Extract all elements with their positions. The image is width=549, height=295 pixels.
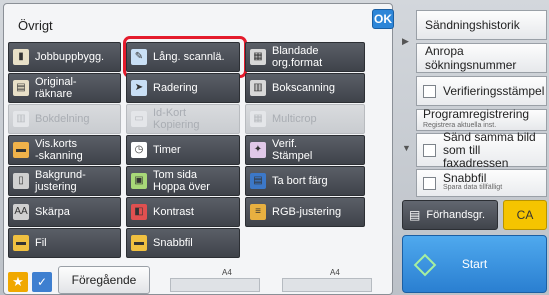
- scroll-down-icon[interactable]: ▼: [402, 143, 411, 153]
- long-scan-icon: ✎: [131, 49, 147, 65]
- panel-title: Övrigt: [18, 18, 53, 33]
- previous-button[interactable]: Föregående: [58, 266, 150, 294]
- function-button-label: Timer: [153, 144, 181, 156]
- function-button-long-scan[interactable]: ✎ Lång. scannlä.: [126, 42, 240, 72]
- function-button-label: Snabbfil: [153, 237, 193, 249]
- function-button-multicrop: ▦ Multicrop: [245, 104, 365, 134]
- function-button-label: Id-Kort Kopiering: [153, 107, 200, 131]
- function-button-quick-file[interactable]: ▬ Snabbfil: [126, 228, 240, 258]
- background-adjust-icon: ▯: [13, 173, 29, 189]
- book-scan-icon: ▥: [250, 80, 266, 96]
- function-button-background-adjust[interactable]: ▯ Bakgrund- justering: [8, 166, 121, 196]
- preview-icon: ▤: [409, 208, 421, 222]
- function-button-label: Bokscanning: [272, 82, 335, 94]
- folder-icon: ▬: [13, 235, 29, 251]
- verify-stamp-label: Verifieringsstämpel: [443, 84, 545, 98]
- original-counter-icon: ▤: [13, 80, 29, 96]
- function-button-label: Vis.korts -skanning: [35, 138, 83, 162]
- function-button-label: Multicrop: [272, 113, 317, 125]
- quick-file-label: Snabbfil: [443, 171, 487, 185]
- checkmark-icon[interactable]: ✓: [32, 272, 52, 292]
- preview-label: Förhandsgr.: [426, 209, 486, 221]
- function-button-rgb[interactable]: ≡ RGB-justering: [245, 197, 365, 227]
- ok-button[interactable]: OK: [372, 9, 394, 29]
- function-button-contrast[interactable]: ◧ Kontrast: [126, 197, 240, 227]
- timer-icon: ◷: [131, 142, 147, 158]
- favorite-star-icon[interactable]: ★: [8, 272, 28, 292]
- function-button-label: Bakgrund- justering: [35, 169, 86, 193]
- function-button-label: Skärpa: [35, 206, 70, 218]
- function-button-stamp[interactable]: ✦ Verif. Stämpel: [245, 135, 365, 165]
- quick-file-sub: Spara data tillfälligt: [443, 184, 503, 191]
- function-button-label: Tom sida Hoppa över: [153, 169, 210, 193]
- function-button-card-scan[interactable]: ▬ Vis.korts -skanning: [8, 135, 121, 165]
- function-button-label: Fil: [35, 237, 47, 249]
- recall-search-number-button[interactable]: Anropa sökningsnummer: [416, 43, 547, 73]
- start-label: Start: [461, 257, 488, 271]
- function-button-erase[interactable]: ➤ Radering: [126, 73, 240, 103]
- start-button[interactable]: Start: [402, 235, 547, 293]
- program-label: Programregistrering: [423, 107, 530, 121]
- function-button-skip-blank[interactable]: ▣ Tom sida Hoppa över: [126, 166, 240, 196]
- job-build-icon: ▮: [13, 49, 29, 65]
- quick-file-icon: ▬: [131, 235, 147, 251]
- function-button-label: Jobbuppbygg.: [35, 51, 105, 63]
- function-button-remove-color[interactable]: ▤ Ta bort färg: [245, 166, 365, 196]
- function-button-folder[interactable]: ▬ Fil: [8, 228, 121, 258]
- function-button-label: Blandade org.format: [272, 45, 323, 69]
- id-card-icon: ▭: [131, 111, 147, 127]
- function-button-label: Original- räknare: [35, 76, 77, 100]
- program-registration-button[interactable]: Programregistrering Registrera aktuella …: [416, 107, 547, 131]
- function-button-label: Radering: [153, 82, 198, 94]
- sharpness-icon: AA: [13, 204, 29, 220]
- book-divide-icon: ▥: [13, 111, 29, 127]
- stamp-icon: ✦: [250, 142, 266, 158]
- preview-button[interactable]: ▤ Förhandsgr.: [402, 200, 498, 230]
- screen: Övrigt OK ▶ ▼ Sändningshistorik Anropa s…: [0, 0, 549, 295]
- tray-right: [282, 278, 372, 292]
- function-button-book-scan[interactable]: ▥ Bokscanning: [245, 73, 365, 103]
- function-button-label: Bokdelning: [35, 113, 90, 125]
- function-button-job-build[interactable]: ▮ Jobbuppbygg.: [8, 42, 121, 72]
- function-button-original-counter[interactable]: ▤ Original- räknare: [8, 73, 121, 103]
- function-button-label: Kontrast: [153, 206, 194, 218]
- contrast-icon: ◧: [131, 204, 147, 220]
- checkbox-icon: [423, 176, 436, 190]
- checkbox-icon: [423, 143, 436, 157]
- rgb-icon: ≡: [250, 204, 266, 220]
- function-button-book-divide: ▥ Bokdelning: [8, 104, 121, 134]
- function-button-timer[interactable]: ◷ Timer: [126, 135, 240, 165]
- tray-left: [170, 278, 260, 292]
- erase-icon: ➤: [131, 80, 147, 96]
- function-button-label: Lång. scannlä.: [153, 51, 225, 63]
- skip-blank-icon: ▣: [131, 173, 147, 189]
- card-scan-icon: ▬: [13, 142, 29, 158]
- send-same-label: Sänd samma bild som till faxadressen: [443, 129, 536, 170]
- tray-right-size: A4: [330, 268, 340, 277]
- function-button-sharpness[interactable]: AA Skärpa: [8, 197, 121, 227]
- history-button[interactable]: Sändningshistorik: [416, 10, 547, 40]
- function-button-label: Verif. Stämpel: [272, 138, 313, 162]
- function-button-mixed-format[interactable]: ▦ Blandade org.format: [245, 42, 365, 72]
- start-diamond-icon: [413, 253, 437, 277]
- checkbox-icon: [423, 84, 436, 98]
- quick-file-checkbox[interactable]: Snabbfil Spara data tillfälligt: [416, 169, 547, 197]
- function-button-label: RGB-justering: [272, 206, 342, 218]
- send-same-checkbox[interactable]: Sänd samma bild som till faxadressen: [416, 129, 547, 170]
- tray-left-size: A4: [222, 268, 232, 277]
- clear-all-button[interactable]: CA: [503, 200, 547, 230]
- multicrop-icon: ▦: [250, 111, 266, 127]
- scroll-up-icon[interactable]: ▶: [402, 36, 409, 47]
- function-button-id-card: ▭ Id-Kort Kopiering: [126, 104, 240, 134]
- remove-color-icon: ▤: [250, 173, 266, 189]
- function-button-label: Ta bort färg: [272, 175, 328, 187]
- verify-stamp-checkbox[interactable]: Verifieringsstämpel: [416, 76, 547, 106]
- mixed-format-icon: ▦: [250, 49, 266, 65]
